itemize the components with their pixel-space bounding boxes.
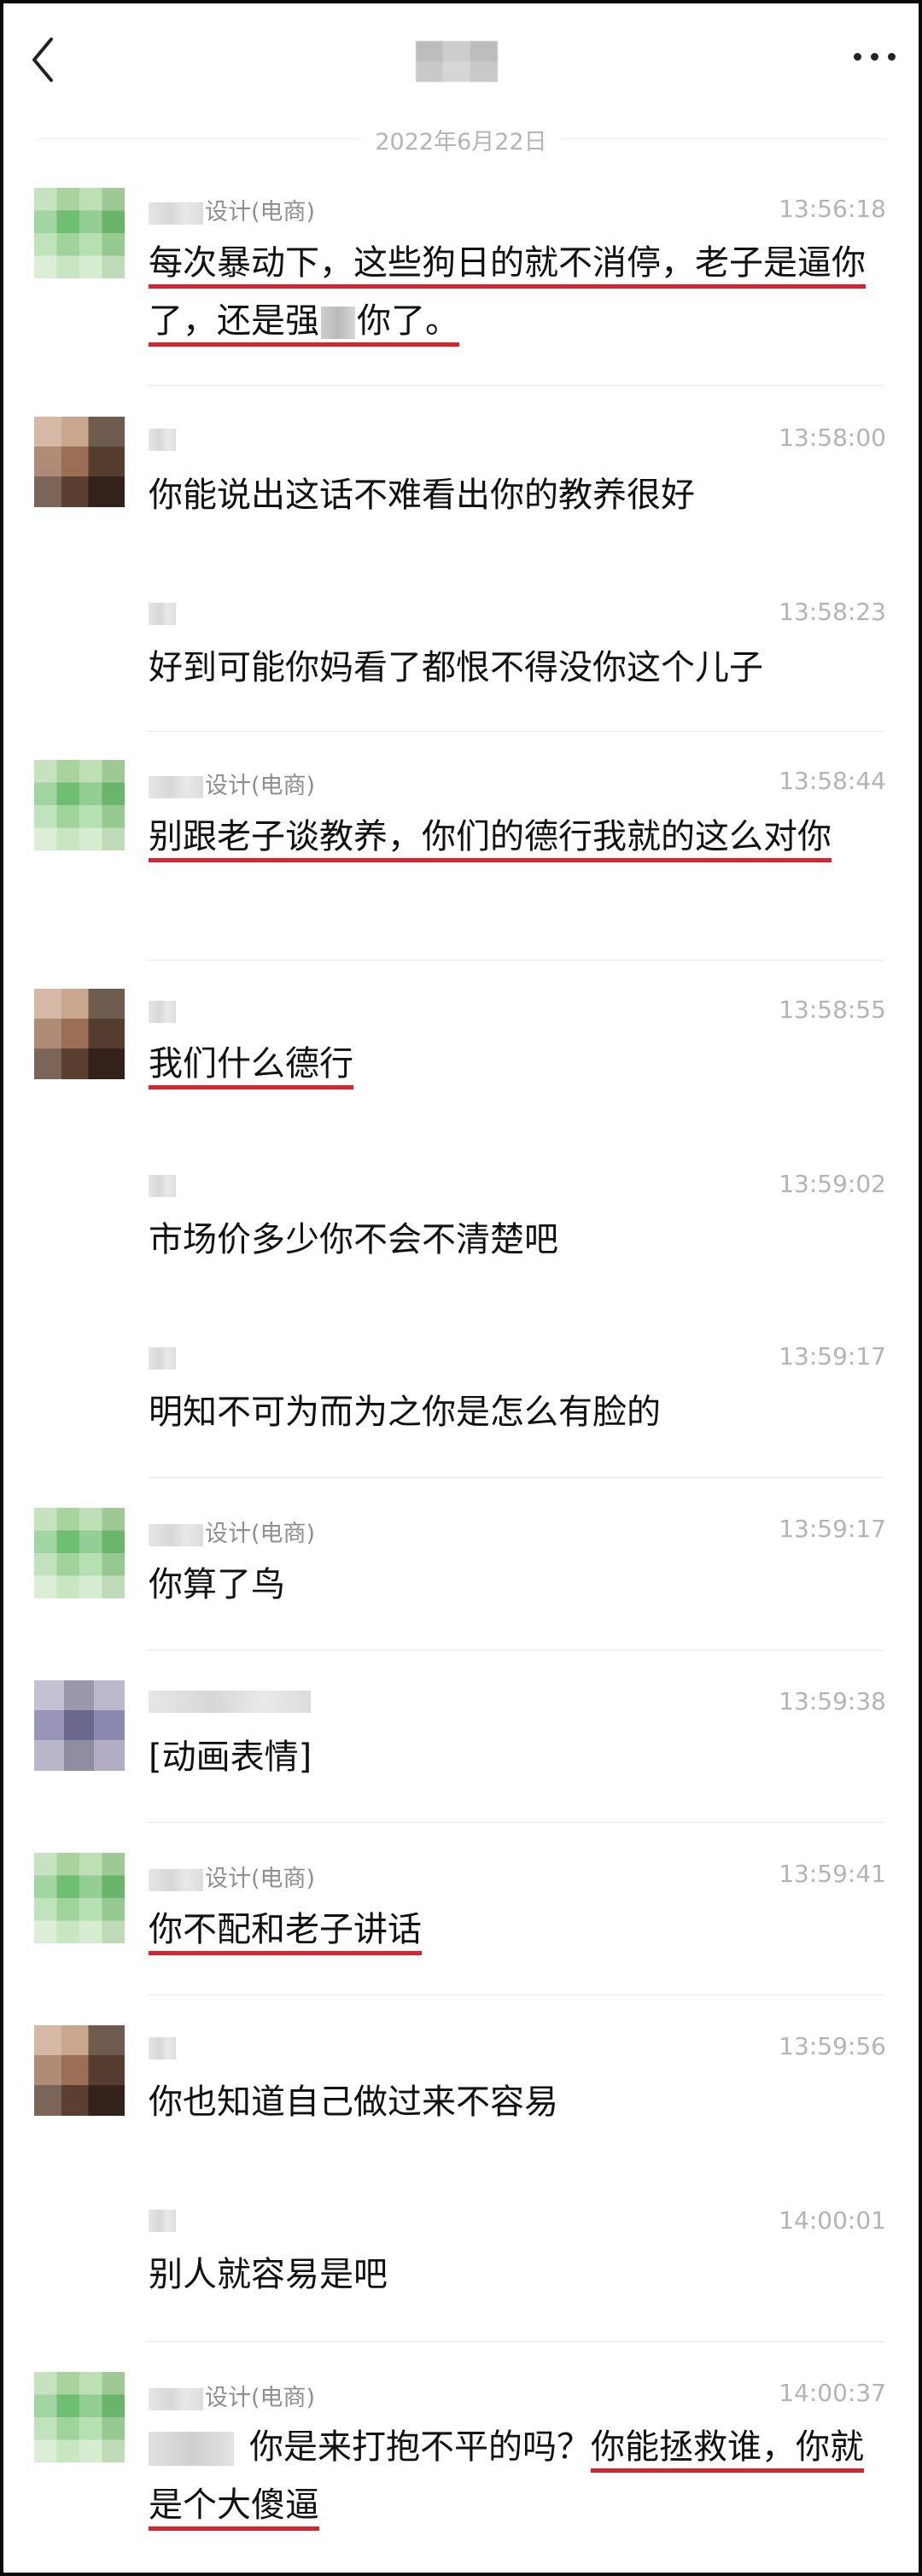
pixelated-name: [149, 775, 203, 798]
avatar[interactable]: [34, 1508, 125, 1598]
message-time: 13:56:18: [779, 195, 886, 223]
avatar[interactable]: [34, 1853, 125, 1943]
sender-name: [149, 425, 178, 454]
pixelated-name: [149, 1868, 203, 1891]
pixelated-name: [149, 2209, 176, 2232]
message-time: 13:59:17: [779, 1515, 886, 1543]
date-separator: 2022年6月22日: [3, 120, 919, 155]
message-text: 别跟老子谈教养，你们的德行我就的这么对你: [149, 808, 866, 866]
message-time: 13:59:56: [779, 2032, 886, 2060]
message-text: 市场价多少你不会不清楚吧: [149, 1220, 558, 1259]
pixelated-name: [149, 1174, 176, 1197]
sender-name: [149, 1687, 312, 1716]
message-text: 你能说出这话不难看出你的教养很好: [149, 476, 695, 515]
sender-name: 设计(电商): [149, 767, 315, 799]
message-text: 你也知道自己做过来不容易: [149, 2082, 558, 2122]
pixelated-name: [149, 602, 176, 625]
avatar[interactable]: [34, 2025, 125, 2116]
avatar[interactable]: [34, 1680, 125, 1771]
message-text: 别人就容易是吧: [149, 2255, 388, 2294]
date-label: 2022年6月22日: [375, 129, 547, 155]
underlined-text: 别跟老子谈教养，你们的德行我就的这么对你: [149, 817, 832, 862]
message-time: 13:58:44: [779, 767, 886, 795]
sender-name: [149, 2206, 178, 2235]
sender-name: 设计(电商): [149, 2379, 315, 2411]
pixelated-word: [321, 307, 355, 339]
message-time: 14:00:01: [779, 2206, 886, 2234]
avatar[interactable]: [34, 989, 125, 1079]
avatar[interactable]: [34, 760, 125, 850]
sender-name: 设计(电商): [149, 1860, 315, 1892]
sender-name: 设计(电商): [149, 1515, 315, 1547]
avatar[interactable]: [34, 2372, 125, 2462]
avatar[interactable]: [34, 417, 125, 507]
message-text: 你是来打抱不平的吗？你能拯救谁，你就是个大傻逼: [149, 2418, 866, 2534]
sender-name: [149, 997, 178, 1026]
underlined-text: 每次暴动下，这些狗日的就不消停，老子是逼你了，还是强: [149, 243, 866, 347]
message-time: 14:00:37: [779, 2379, 886, 2407]
underlined-text: 你不配和老子讲话: [149, 1910, 422, 1955]
message-text: 你算了鸟: [149, 1565, 285, 1604]
message-time: 13:58:23: [779, 598, 886, 626]
pixelated-mention: [149, 2432, 234, 2466]
sender-name: 设计(电商): [149, 193, 315, 225]
message-text: 明知不可为而为之你是怎么有脸的: [149, 1393, 661, 1432]
message-text: 我们什么德行: [149, 1035, 866, 1093]
message-text: 好到可能你妈看了都恨不得没你这个儿子: [149, 648, 763, 687]
message-time: 13:59:41: [779, 1860, 886, 1888]
pixelated-name: [149, 1690, 311, 1713]
message-time: 13:59:17: [779, 1342, 886, 1370]
pixelated-name: [149, 1346, 176, 1370]
chat-screen: 2022年6月22日 设计(电商) 13:56:18 每次暴动下，这些狗日的就不…: [0, 0, 922, 2576]
pixelated-name: [149, 428, 176, 451]
sender-name: [149, 2034, 178, 2063]
more-horizontal-icon[interactable]: [852, 46, 900, 67]
pixelated-name: [149, 2036, 176, 2059]
chat-title-pixelated: [416, 41, 498, 82]
underlined-text: 你能拯救谁，: [591, 2427, 796, 2473]
message-time: 13:59:38: [779, 1687, 886, 1715]
underlined-text: 你了。: [357, 301, 459, 347]
message-time: 13:59:02: [779, 1170, 886, 1198]
pixelated-name: [149, 2387, 203, 2410]
sender-name: [149, 1344, 178, 1373]
pixelated-name: [149, 1000, 176, 1023]
sender-name: [149, 1171, 178, 1200]
message-time: 13:58:00: [779, 423, 886, 452]
message-text: 每次暴动下，这些狗日的就不消停，老子是逼你了，还是强 你了。: [149, 234, 866, 350]
message-text: 你不配和老子讲话: [149, 1901, 866, 1959]
message-time: 13:58:55: [779, 996, 886, 1024]
top-bar: [3, 3, 919, 106]
underlined-text: 我们什么德行: [149, 1044, 353, 1089]
chevron-left-icon[interactable]: [26, 29, 60, 89]
avatar[interactable]: [34, 188, 125, 278]
sender-name: [149, 599, 178, 628]
message-text: [动画表情]: [149, 1738, 312, 1777]
pixelated-name: [149, 202, 203, 225]
pixelated-name: [149, 1523, 203, 1546]
